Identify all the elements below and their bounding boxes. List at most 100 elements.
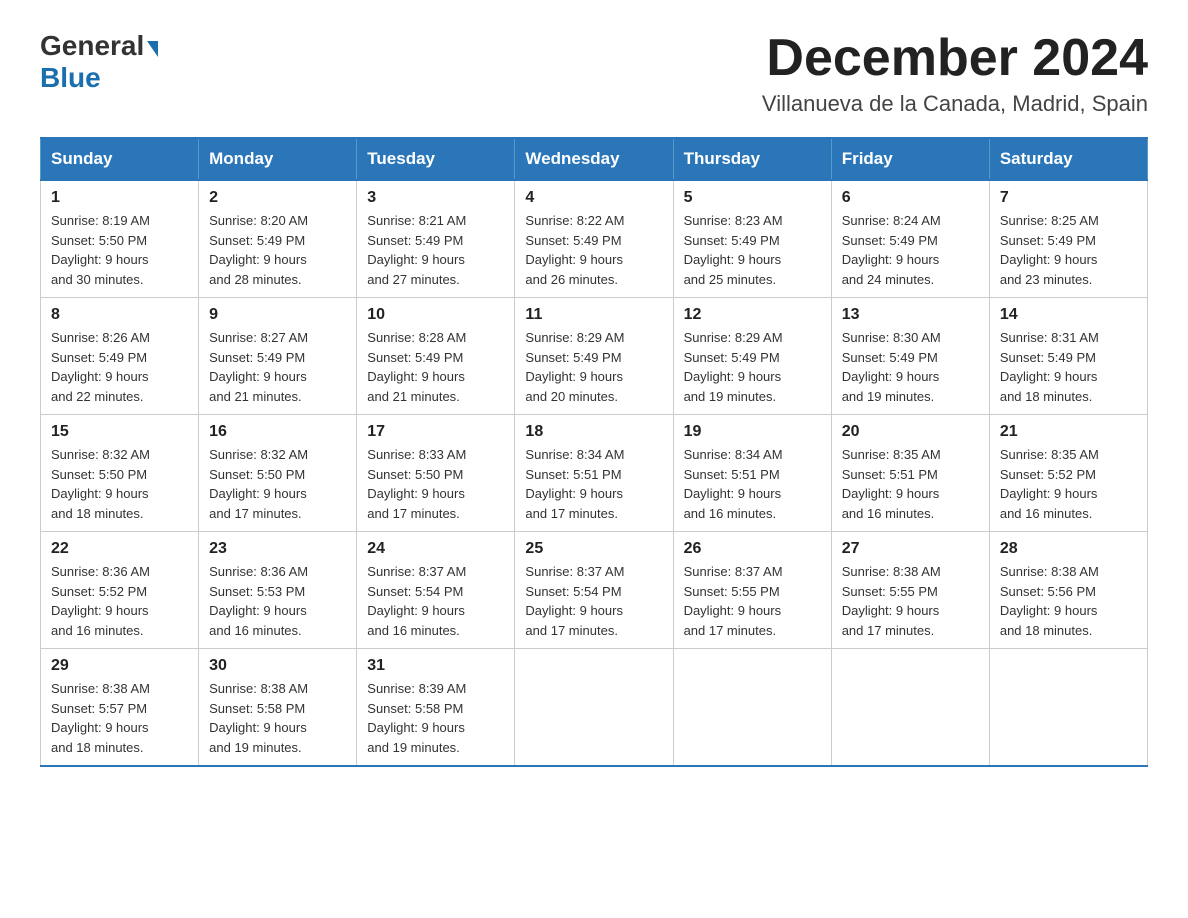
day-number: 12 bbox=[684, 306, 821, 324]
day-number: 19 bbox=[684, 423, 821, 441]
day-number: 24 bbox=[367, 540, 504, 558]
day-number: 21 bbox=[1000, 423, 1137, 441]
calendar-day-cell bbox=[515, 649, 673, 767]
calendar-day-cell: 9Sunrise: 8:27 AMSunset: 5:49 PMDaylight… bbox=[199, 298, 357, 415]
day-number: 29 bbox=[51, 657, 188, 675]
logo-blue-text: Blue bbox=[40, 62, 101, 93]
location-subtitle: Villanueva de la Canada, Madrid, Spain bbox=[762, 91, 1148, 117]
logo: General Blue bbox=[40, 30, 158, 94]
calendar-day-cell: 28 Sunrise: 8:38 AMSunset: 5:56 PMDayligh… bbox=[989, 532, 1147, 649]
month-year-title: December 2024 bbox=[762, 30, 1148, 87]
day-number: 7 bbox=[1000, 189, 1137, 207]
day-number: 17 bbox=[367, 423, 504, 441]
day-number: 8 bbox=[51, 306, 188, 324]
calendar-week-row: 29 Sunrise: 8:38 AMSunset: 5:57 PMDayligh… bbox=[41, 649, 1148, 767]
calendar-day-cell: 21 Sunrise: 8:35 AMSunset: 5:52 PMDayligh… bbox=[989, 415, 1147, 532]
day-number: 2 bbox=[209, 189, 346, 207]
calendar-day-cell: 13 Sunrise: 8:30 AMSunset: 5:49 PMDayligh… bbox=[831, 298, 989, 415]
day-info: Sunrise: 8:38 AMSunset: 5:56 PMDaylight:… bbox=[1000, 562, 1137, 640]
calendar-day-cell: 25Sunrise: 8:37 AMSunset: 5:54 PMDayligh… bbox=[515, 532, 673, 649]
calendar-header-row: SundayMondayTuesdayWednesdayThursdayFrid… bbox=[41, 138, 1148, 180]
day-info: Sunrise: 8:35 AMSunset: 5:52 PMDaylight:… bbox=[1000, 445, 1137, 523]
day-number: 26 bbox=[684, 540, 821, 558]
day-info: Sunrise: 8:32 AMSunset: 5:50 PMDaylight:… bbox=[51, 445, 188, 523]
day-info: Sunrise: 8:30 AMSunset: 5:49 PMDaylight:… bbox=[842, 328, 979, 406]
calendar-day-cell: 23 Sunrise: 8:36 AMSunset: 5:53 PMDayligh… bbox=[199, 532, 357, 649]
day-info: Sunrise: 8:29 AMSunset: 5:49 PMDaylight:… bbox=[525, 328, 662, 406]
calendar-day-cell: 16 Sunrise: 8:32 AMSunset: 5:50 PMDayligh… bbox=[199, 415, 357, 532]
calendar-weekday-header: Monday bbox=[199, 138, 357, 180]
day-number: 25 bbox=[525, 540, 662, 558]
calendar-day-cell: 27Sunrise: 8:38 AMSunset: 5:55 PMDayligh… bbox=[831, 532, 989, 649]
day-number: 20 bbox=[842, 423, 979, 441]
calendar-day-cell: 5 Sunrise: 8:23 AMSunset: 5:49 PMDaylight… bbox=[673, 180, 831, 298]
logo-triangle-icon bbox=[147, 41, 158, 57]
day-number: 5 bbox=[684, 189, 821, 207]
day-info: Sunrise: 8:25 AMSunset: 5:49 PMDaylight:… bbox=[1000, 211, 1137, 289]
day-number: 27 bbox=[842, 540, 979, 558]
day-number: 18 bbox=[525, 423, 662, 441]
day-number: 14 bbox=[1000, 306, 1137, 324]
day-number: 16 bbox=[209, 423, 346, 441]
calendar-day-cell: 26 Sunrise: 8:37 AMSunset: 5:55 PMDayligh… bbox=[673, 532, 831, 649]
calendar-day-cell: 19 Sunrise: 8:34 AMSunset: 5:51 PMDayligh… bbox=[673, 415, 831, 532]
day-info: Sunrise: 8:24 AMSunset: 5:49 PMDaylight:… bbox=[842, 211, 979, 289]
day-number: 22 bbox=[51, 540, 188, 558]
calendar-week-row: 1 Sunrise: 8:19 AMSunset: 5:50 PMDaylight… bbox=[41, 180, 1148, 298]
day-info: Sunrise: 8:26 AMSunset: 5:49 PMDaylight:… bbox=[51, 328, 188, 406]
calendar-week-row: 22 Sunrise: 8:36 AMSunset: 5:52 PMDayligh… bbox=[41, 532, 1148, 649]
day-info: Sunrise: 8:19 AMSunset: 5:50 PMDaylight:… bbox=[51, 211, 188, 289]
day-number: 31 bbox=[367, 657, 504, 675]
calendar-day-cell: 31 Sunrise: 8:39 AMSunset: 5:58 PMDayligh… bbox=[357, 649, 515, 767]
calendar-weekday-header: Thursday bbox=[673, 138, 831, 180]
calendar-day-cell: 22 Sunrise: 8:36 AMSunset: 5:52 PMDayligh… bbox=[41, 532, 199, 649]
calendar-day-cell: 11Sunrise: 8:29 AMSunset: 5:49 PMDayligh… bbox=[515, 298, 673, 415]
calendar-day-cell: 20 Sunrise: 8:35 AMSunset: 5:51 PMDayligh… bbox=[831, 415, 989, 532]
day-info: Sunrise: 8:29 AMSunset: 5:49 PMDaylight:… bbox=[684, 328, 821, 406]
day-info: Sunrise: 8:23 AMSunset: 5:49 PMDaylight:… bbox=[684, 211, 821, 289]
day-info: Sunrise: 8:32 AMSunset: 5:50 PMDaylight:… bbox=[209, 445, 346, 523]
day-number: 23 bbox=[209, 540, 346, 558]
page-header: General Blue December 2024 Villanueva de… bbox=[40, 30, 1148, 117]
logo-general-text: General bbox=[40, 30, 144, 61]
calendar-day-cell: 10 Sunrise: 8:28 AMSunset: 5:49 PMDayligh… bbox=[357, 298, 515, 415]
calendar-weekday-header: Sunday bbox=[41, 138, 199, 180]
day-number: 13 bbox=[842, 306, 979, 324]
day-info: Sunrise: 8:33 AMSunset: 5:50 PMDaylight:… bbox=[367, 445, 504, 523]
calendar-weekday-header: Tuesday bbox=[357, 138, 515, 180]
day-info: Sunrise: 8:36 AMSunset: 5:52 PMDaylight:… bbox=[51, 562, 188, 640]
calendar-day-cell: 3Sunrise: 8:21 AMSunset: 5:49 PMDaylight… bbox=[357, 180, 515, 298]
calendar-day-cell: 17 Sunrise: 8:33 AMSunset: 5:50 PMDayligh… bbox=[357, 415, 515, 532]
day-info: Sunrise: 8:34 AMSunset: 5:51 PMDaylight:… bbox=[684, 445, 821, 523]
day-info: Sunrise: 8:37 AMSunset: 5:55 PMDaylight:… bbox=[684, 562, 821, 640]
logo-blue-row: Blue bbox=[40, 62, 101, 94]
day-info: Sunrise: 8:36 AMSunset: 5:53 PMDaylight:… bbox=[209, 562, 346, 640]
calendar-day-cell bbox=[989, 649, 1147, 767]
day-number: 1 bbox=[51, 189, 188, 207]
calendar-day-cell: 4Sunrise: 8:22 AMSunset: 5:49 PMDaylight… bbox=[515, 180, 673, 298]
day-info: Sunrise: 8:39 AMSunset: 5:58 PMDaylight:… bbox=[367, 679, 504, 757]
calendar-day-cell: 18 Sunrise: 8:34 AMSunset: 5:51 PMDayligh… bbox=[515, 415, 673, 532]
calendar-day-cell: 24 Sunrise: 8:37 AMSunset: 5:54 PMDayligh… bbox=[357, 532, 515, 649]
day-number: 15 bbox=[51, 423, 188, 441]
day-info: Sunrise: 8:21 AMSunset: 5:49 PMDaylight:… bbox=[367, 211, 504, 289]
day-info: Sunrise: 8:31 AMSunset: 5:49 PMDaylight:… bbox=[1000, 328, 1137, 406]
day-info: Sunrise: 8:37 AMSunset: 5:54 PMDaylight:… bbox=[367, 562, 504, 640]
day-info: Sunrise: 8:27 AMSunset: 5:49 PMDaylight:… bbox=[209, 328, 346, 406]
day-info: Sunrise: 8:35 AMSunset: 5:51 PMDaylight:… bbox=[842, 445, 979, 523]
calendar-weekday-header: Friday bbox=[831, 138, 989, 180]
calendar-day-cell bbox=[673, 649, 831, 767]
title-section: December 2024 Villanueva de la Canada, M… bbox=[762, 30, 1148, 117]
day-number: 10 bbox=[367, 306, 504, 324]
calendar-day-cell bbox=[831, 649, 989, 767]
calendar-day-cell: 12 Sunrise: 8:29 AMSunset: 5:49 PMDayligh… bbox=[673, 298, 831, 415]
day-number: 6 bbox=[842, 189, 979, 207]
day-info: Sunrise: 8:28 AMSunset: 5:49 PMDaylight:… bbox=[367, 328, 504, 406]
calendar-weekday-header: Saturday bbox=[989, 138, 1147, 180]
day-info: Sunrise: 8:38 AMSunset: 5:58 PMDaylight:… bbox=[209, 679, 346, 757]
day-number: 28 bbox=[1000, 540, 1137, 558]
day-info: Sunrise: 8:34 AMSunset: 5:51 PMDaylight:… bbox=[525, 445, 662, 523]
calendar-day-cell: 29 Sunrise: 8:38 AMSunset: 5:57 PMDayligh… bbox=[41, 649, 199, 767]
calendar-week-row: 15 Sunrise: 8:32 AMSunset: 5:50 PMDayligh… bbox=[41, 415, 1148, 532]
day-info: Sunrise: 8:38 AMSunset: 5:57 PMDaylight:… bbox=[51, 679, 188, 757]
